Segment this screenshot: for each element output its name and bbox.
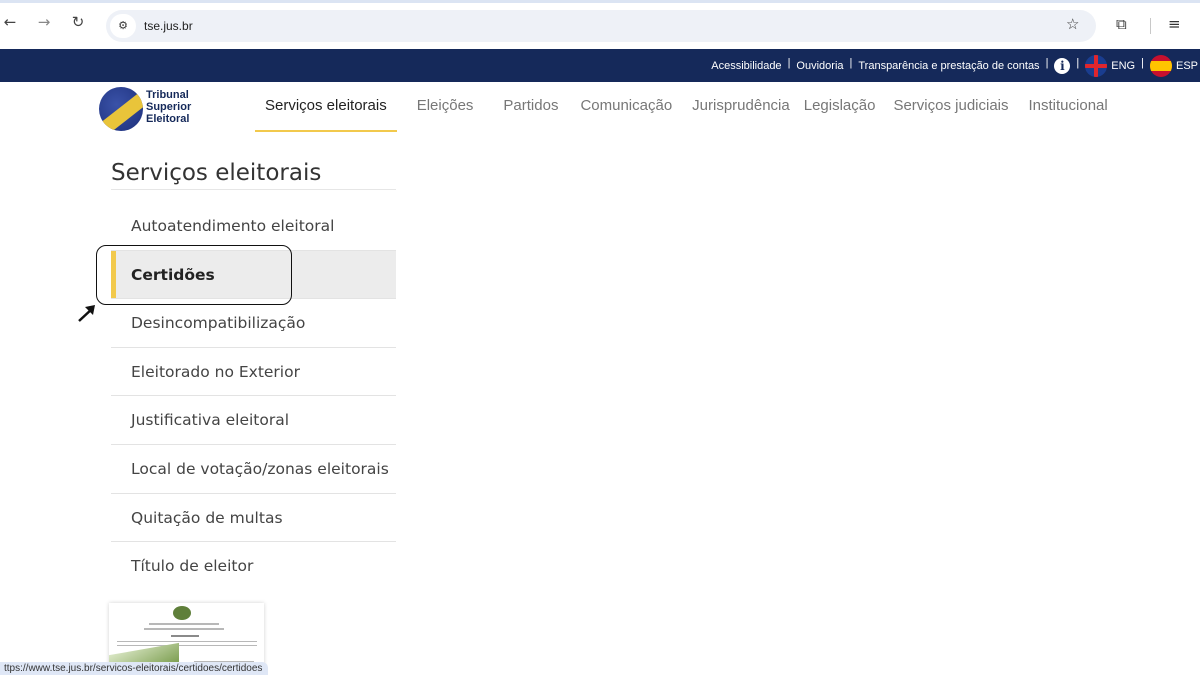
nav-servicos-eleitorais[interactable]: Serviços eleitorais <box>255 82 397 132</box>
sidebar-item-autoatendimento[interactable]: Autoatendimento eleitoral <box>111 202 396 251</box>
lang-spanish[interactable]: ESP <box>1176 60 1200 72</box>
divider: | <box>1141 56 1144 69</box>
main-nav: Serviços eleitorais Eleições Partidos Co… <box>255 82 1118 132</box>
reload-icon[interactable]: ↻ <box>68 12 88 32</box>
forward-arrow-icon[interactable]: → <box>34 12 54 32</box>
spain-flag-icon[interactable] <box>1149 54 1172 77</box>
nav-servicos-judiciais[interactable]: Serviços judiciais <box>881 82 1014 132</box>
uk-flag-icon[interactable] <box>1085 54 1108 77</box>
nav-jurisprudencia[interactable]: Jurisprudência <box>678 82 798 132</box>
url-text[interactable]: tse.jus.br <box>144 19 193 33</box>
brasao-icon <box>173 606 191 620</box>
thumb-text-line <box>117 641 257 642</box>
reading-list-icon[interactable]: ≡ <box>1168 15 1181 33</box>
divider: | <box>1045 56 1049 69</box>
sidebar-item-desincompatibilizacao[interactable]: Desincompatibilização <box>111 299 396 348</box>
sidebar-item-titulo-eleitor[interactable]: Título de eleitor <box>111 542 396 591</box>
sidebar-item-justificativa[interactable]: Justificativa eleitoral <box>111 396 396 445</box>
info-icon[interactable]: i <box>1054 57 1071 74</box>
address-bar[interactable] <box>106 10 1096 42</box>
nav-legislacao[interactable]: Legislação <box>798 82 882 132</box>
thumb-text-line <box>144 628 224 630</box>
highlight-annotation <box>96 245 292 305</box>
logo-text: Tribunal Superior Eleitoral <box>146 89 191 125</box>
browser-toolbar: ← → ↻ ⚙ tse.jus.br ☆ ⧉ ≡ <box>0 0 1200 49</box>
logo-line: Tribunal <box>146 89 189 101</box>
thumb-text-line <box>149 623 219 625</box>
nav-comunicacao[interactable]: Comunicação <box>570 82 678 132</box>
link-transparencia[interactable]: Transparência e prestação de contas <box>852 60 1045 72</box>
toolbar-divider <box>1150 18 1151 34</box>
utility-bar: Acessibilidade | Ouvidoria | Transparênc… <box>0 49 1200 82</box>
link-ouvidoria[interactable]: Ouvidoria <box>790 60 849 72</box>
extensions-puzzle-icon[interactable]: ⧉ <box>1116 15 1127 33</box>
sidebar-item-eleitorado-exterior[interactable]: Eleitorado no Exterior <box>111 348 396 397</box>
divider: | <box>1076 56 1080 69</box>
nav-institucional[interactable]: Institucional <box>1015 82 1118 132</box>
logo-line: Superior <box>146 101 192 113</box>
pointer-arrow-icon <box>78 305 95 322</box>
utility-links: Acessibilidade | Ouvidoria | Transparênc… <box>705 49 1200 82</box>
status-bar-url: ttps://www.tse.jus.br/servicos-eleitorai… <box>0 662 269 675</box>
back-arrow-icon[interactable]: ← <box>0 12 20 32</box>
sidebar-title: Serviços eleitorais <box>111 160 396 190</box>
thumb-text-line <box>171 635 199 637</box>
link-acessibilidade[interactable]: Acessibilidade <box>705 60 787 72</box>
lang-english[interactable]: ENG <box>1111 60 1141 72</box>
sidebar-item-local-votacao[interactable]: Local de votação/zonas eleitorais <box>111 445 396 494</box>
logo-line: Eleitoral <box>146 113 190 125</box>
sidebar-item-quitacao-multas[interactable]: Quitação de multas <box>111 494 396 543</box>
nav-eleicoes[interactable]: Eleições <box>407 82 484 132</box>
tse-emblem-icon <box>99 87 143 131</box>
bookmark-star-icon[interactable]: ☆ <box>1066 15 1079 33</box>
tse-logo[interactable]: Tribunal Superior Eleitoral <box>99 87 199 133</box>
thumb-text-line <box>117 645 257 646</box>
nav-partidos[interactable]: Partidos <box>493 82 568 132</box>
site-info-icon[interactable]: ⚙ <box>110 14 136 38</box>
